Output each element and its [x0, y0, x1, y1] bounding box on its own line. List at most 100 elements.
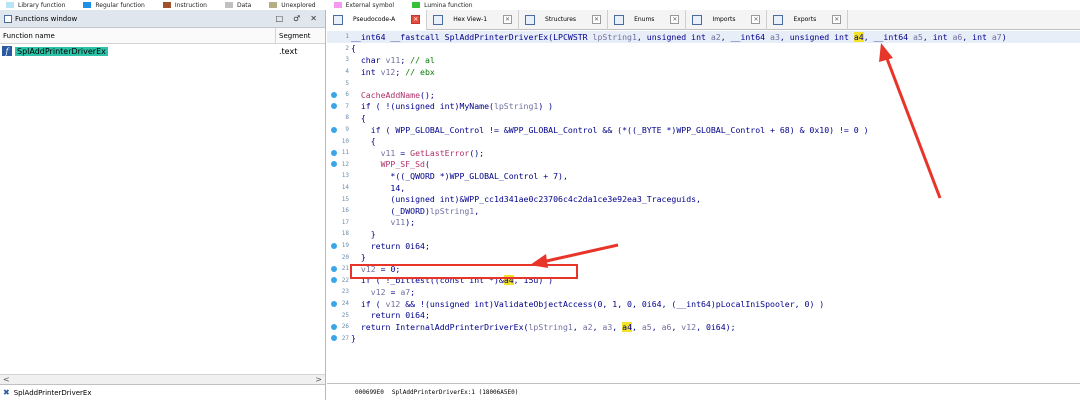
breakpoint-dot-icon[interactable] [331, 242, 337, 249]
code-line[interactable]: 26 return InternalAddPrinterDriverEx(lpS… [327, 321, 1080, 333]
breakpoint-dot-icon[interactable] [331, 265, 337, 272]
horizontal-scrollbar[interactable]: < > [0, 374, 325, 384]
status-location: SplAddPrinterDriverEx:1 (18006A5E0) [391, 388, 519, 396]
code-text[interactable]: (_DWORD)lpString1, [351, 206, 479, 216]
code-line[interactable]: 9 if ( WPP_GLOBAL_Control != &WPP_GLOBAL… [327, 124, 1080, 136]
code-line[interactable]: 17 v11); [327, 217, 1080, 229]
line-number: 6 [345, 91, 349, 99]
breakpoint-dot-icon[interactable] [331, 277, 337, 284]
breakpoint-dot-icon[interactable] [331, 300, 337, 307]
code-text[interactable]: return InternalAddPrinterDriverEx(lpStri… [351, 321, 736, 332]
code-text[interactable]: } [351, 252, 366, 262]
code-text[interactable]: 14, [351, 183, 405, 193]
code-line[interactable]: 27} [327, 333, 1080, 345]
code-text[interactable]: v11 = GetLastError(); [351, 148, 485, 158]
code-text[interactable]: { [351, 113, 366, 123]
code-line[interactable]: 13 *((_QWORD *)WPP_GLOBAL_Control + 7), [327, 170, 1080, 182]
code-text[interactable]: { [351, 136, 376, 146]
line-number: 13 [341, 172, 349, 180]
hex-view-icon [433, 14, 444, 25]
imports-icon [692, 14, 703, 25]
tab-structures[interactable]: Structures ✕ [519, 9, 609, 30]
functions-window-titlebar: Functions window □ ♂ ✕ [0, 10, 325, 28]
line-number: 24 [341, 300, 349, 308]
scroll-right-icon[interactable]: > [315, 375, 322, 384]
code-line[interactable]: 14 14, [327, 182, 1080, 194]
restore-icon[interactable]: □ [276, 14, 284, 23]
line-number: 4 [345, 68, 349, 76]
scroll-left-icon[interactable]: < [3, 375, 10, 384]
code-text[interactable]: WPP_SF_Sd( [351, 159, 430, 169]
tab-close-icon[interactable]: ✕ [503, 15, 513, 24]
code-text[interactable]: return 0i64; [351, 241, 430, 251]
code-text[interactable]: v11); [351, 217, 415, 227]
code-text[interactable]: if ( WPP_GLOBAL_Control != &WPP_GLOBAL_C… [351, 125, 869, 135]
code-text[interactable]: if ( !(unsigned int)MyName(lpString1) ) [351, 101, 553, 111]
code-text[interactable]: *((_QWORD *)WPP_GLOBAL_Control + 7), [351, 171, 567, 181]
pseudocode-icon [333, 14, 343, 25]
code-line[interactable]: 2{ [327, 43, 1080, 55]
code-line[interactable]: 20 } [327, 251, 1080, 263]
code-line[interactable]: 25 return 0i64; [327, 309, 1080, 321]
column-function-name[interactable]: Function name [0, 28, 276, 43]
pseudocode-view[interactable]: 1 __int64 __fastcall SplAddPrinterDriver… [327, 31, 1080, 383]
code-line[interactable]: 10 { [327, 135, 1080, 147]
breakpoint-dot-icon[interactable] [331, 149, 337, 156]
code-text[interactable]: char v11; // al [351, 55, 435, 65]
code-line[interactable]: 16 (_DWORD)lpString1, [327, 205, 1080, 217]
line-number: 21 [341, 265, 349, 273]
function-signature[interactable]: __int64 __fastcall SplAddPrinterDriverEx… [351, 31, 1007, 42]
code-line[interactable]: 23 v12 = a7; [327, 286, 1080, 298]
breakpoint-dot-icon[interactable] [331, 91, 337, 98]
code-line[interactable]: 12 WPP_SF_Sd( [327, 159, 1080, 171]
breakpoint-dot-icon[interactable] [331, 335, 337, 342]
legend-regular-function: Regular function [83, 2, 145, 9]
code-line[interactable]: 5 [327, 77, 1080, 89]
code-text[interactable]: CacheAddName(); [351, 90, 435, 100]
tab-enums[interactable]: Enums ✕ [608, 9, 687, 30]
tab-exports[interactable]: Exports ✕ [767, 9, 849, 30]
code-text[interactable]: int v12; // ebx [351, 67, 435, 77]
tab-close-icon[interactable]: ✕ [832, 15, 842, 24]
tab-pseudocode-a[interactable]: Pseudocode-A ✕ [327, 9, 428, 30]
breakpoint-dot-icon[interactable] [331, 103, 337, 110]
code-line[interactable]: 18 } [327, 228, 1080, 240]
pseudocode-panel: Pseudocode-A ✕ Hex View-1 ✕ Structures ✕… [327, 9, 1080, 400]
code-text[interactable]: v12 = a7; [351, 287, 415, 297]
code-line[interactable]: 19 return 0i64; [327, 240, 1080, 252]
code-line[interactable]: 15 (unsigned int)&WPP_cc1d341ae0c23706c4… [327, 193, 1080, 205]
tab-close-icon[interactable]: ✕ [592, 15, 602, 24]
breakpoint-dot-icon[interactable] [331, 161, 337, 168]
tab-close-icon[interactable]: ✕ [670, 15, 680, 24]
close-icon[interactable]: ✕ [310, 14, 317, 23]
code-line[interactable]: 7 if ( !(unsigned int)MyName(lpString1) … [327, 101, 1080, 113]
code-line[interactable]: 3 char v11; // al [327, 54, 1080, 66]
column-segment[interactable]: Segment [276, 32, 311, 40]
line-number: 5 [345, 79, 349, 87]
code-line[interactable]: 11 v11 = GetLastError(); [327, 147, 1080, 159]
tab-close-icon[interactable]: ✕ [751, 15, 761, 24]
code-line[interactable]: 6 CacheAddName(); [327, 89, 1080, 101]
function-row[interactable]: f SplAddPrinterDriverEx .text [0, 44, 325, 58]
breakpoint-dot-icon[interactable] [331, 323, 337, 330]
float-icon[interactable]: ♂ [293, 14, 300, 23]
code-text[interactable]: if ( v12 && !(unsigned int)ValidateObjec… [351, 299, 824, 309]
code-line[interactable]: 24 if ( v12 && !(unsigned int)ValidateOb… [327, 298, 1080, 310]
function-name[interactable]: SplAddPrinterDriverEx [15, 46, 108, 56]
code-line[interactable]: 4 int v12; // ebx [327, 66, 1080, 78]
structures-icon [525, 14, 536, 25]
code-text[interactable]: { [351, 43, 356, 53]
code-line[interactable]: 1 __int64 __fastcall SplAddPrinterDriver… [327, 31, 1080, 43]
code-text[interactable]: (unsigned int)&WPP_cc1d341ae0c23706c4c2d… [351, 194, 701, 204]
tab-hex-view[interactable]: Hex View-1 ✕ [427, 9, 520, 30]
function-segment: .text [279, 46, 298, 56]
line-number: 2 [345, 44, 349, 52]
tab-imports[interactable]: Imports ✕ [686, 9, 768, 30]
code-text[interactable]: } [351, 333, 356, 343]
code-text[interactable]: return 0i64; [351, 310, 430, 320]
code-text[interactable]: } [351, 229, 376, 239]
code-line[interactable]: 8 { [327, 112, 1080, 124]
breakpoint-dot-icon[interactable] [331, 126, 337, 133]
tab-close-icon[interactable]: ✕ [411, 15, 421, 24]
line-number: 7 [345, 102, 349, 110]
